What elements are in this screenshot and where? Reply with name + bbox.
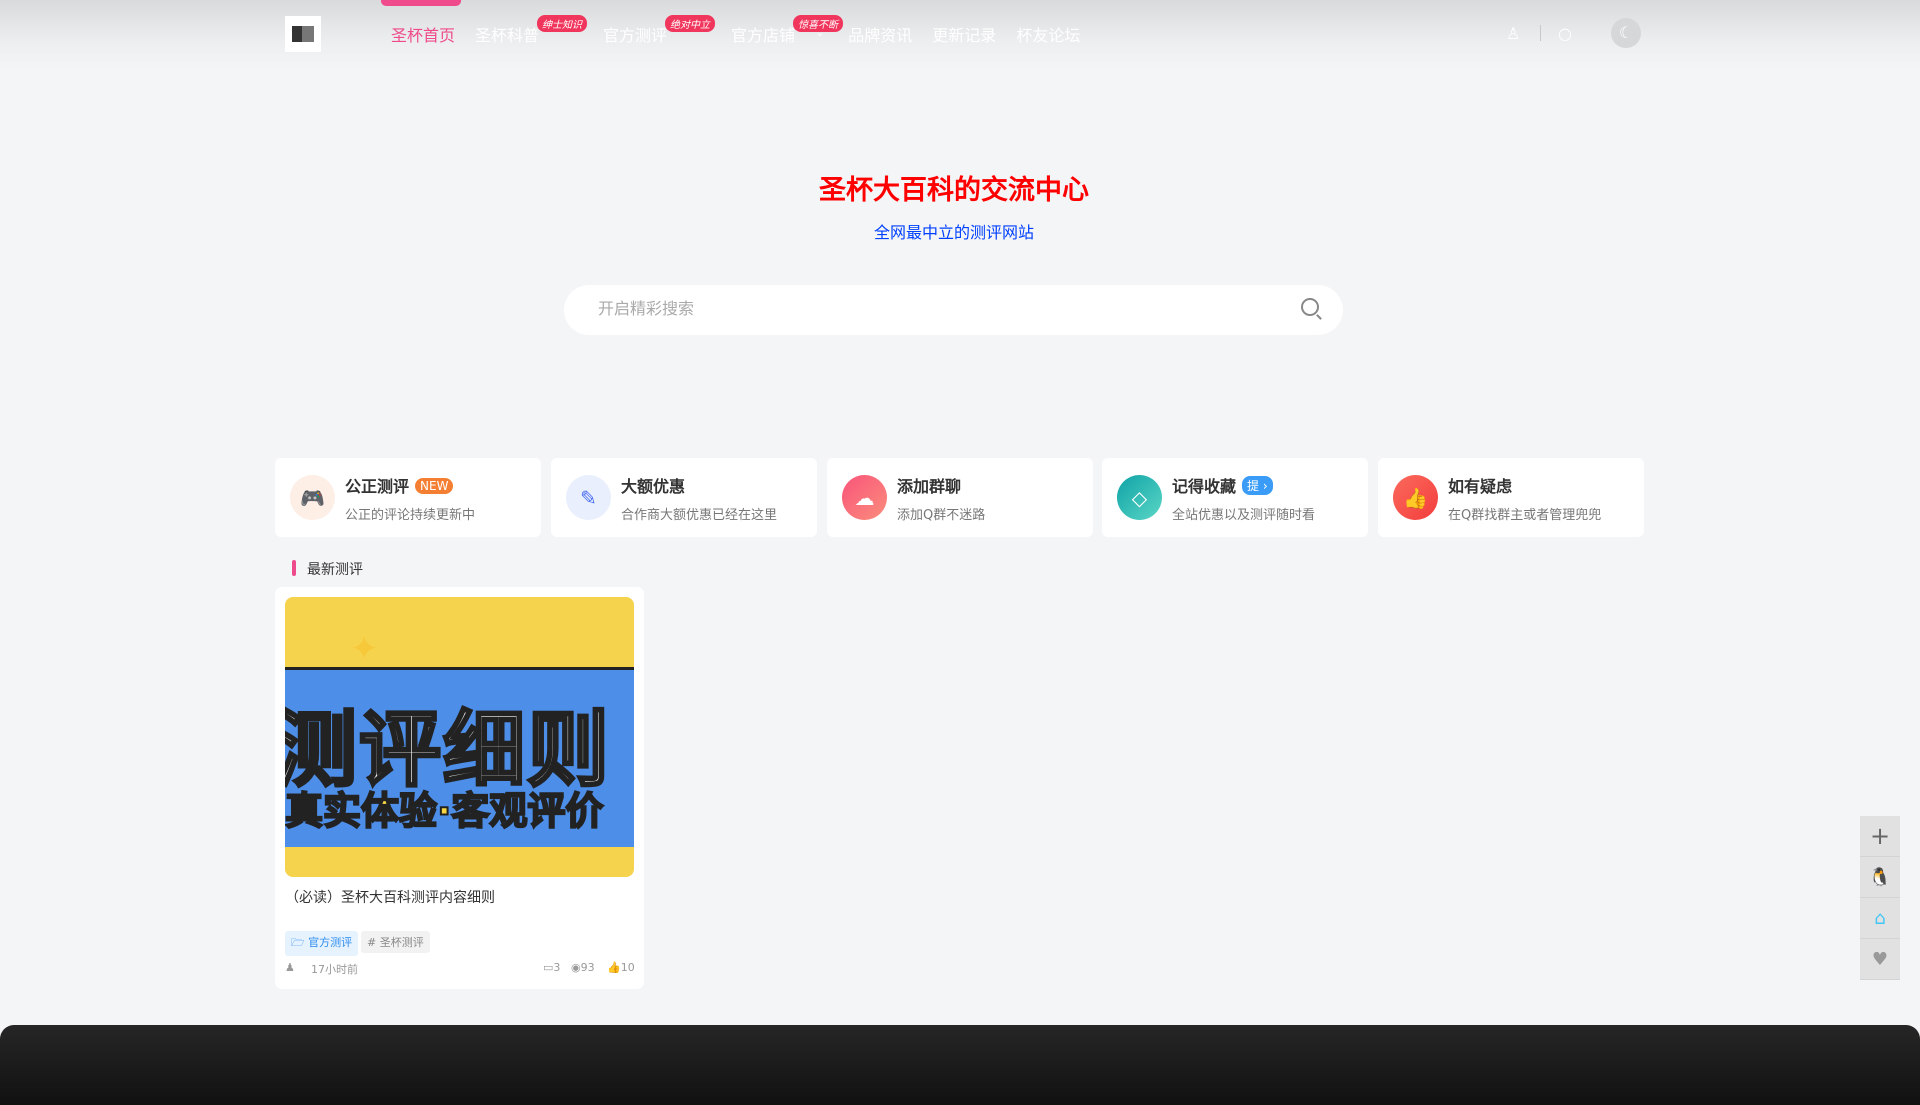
logo-image: [292, 26, 314, 42]
cloud-download-icon: ☁: [842, 475, 887, 520]
comment-icon: ▭: [543, 961, 554, 974]
nav-home[interactable]: 圣杯首页: [391, 22, 455, 46]
feature-card-bookmark[interactable]: ◇ 记得收藏提 › 全站优惠以及测评随时看: [1102, 458, 1368, 537]
search-icon[interactable]: ○: [1558, 24, 1572, 43]
moon-icon[interactable]: ☾: [1611, 18, 1641, 48]
eye-icon: ◉: [571, 961, 581, 974]
nav-badge: 绅士知识: [537, 15, 588, 32]
search-box: [564, 285, 1343, 335]
feature-desc: 合作商大额优惠已经在这里: [621, 508, 778, 523]
feature-title: 添加群聊: [897, 477, 962, 496]
gamepad-icon: 🎮: [290, 475, 335, 520]
tip-badge: 提 ›: [1242, 476, 1273, 495]
like-value: 10: [620, 961, 635, 974]
category-tag[interactable]: 🗁 官方测评: [285, 931, 359, 956]
nav-label: 官方店铺: [731, 26, 796, 45]
nav-label: 更新记录: [932, 26, 997, 45]
edit-icon: ✎: [566, 475, 611, 520]
view-count: ◉93: [571, 961, 595, 974]
nav-shop[interactable]: 官方店铺 惊喜不断: [731, 15, 844, 46]
category-label: 官方测评: [308, 936, 353, 949]
feature-title: 记得收藏: [1172, 477, 1237, 496]
main-nav: 圣杯首页 圣杯科普 绅士知识 官方测评 绝对中立 官方店铺 惊喜不断 ⌄ 品牌资讯 更…: [391, 15, 1100, 46]
nav-forum[interactable]: 杯友论坛: [1016, 22, 1080, 46]
active-nav-indicator: [381, 0, 461, 6]
divider: [1540, 25, 1541, 41]
floating-toolbar: + 🐧 ⌂ ♥: [1860, 816, 1900, 980]
post-tag[interactable]: # 圣杯测评: [361, 931, 430, 953]
feature-card-questions[interactable]: 👍 如有疑虑 在Q群找群主或者管理兜兜: [1378, 458, 1644, 537]
user-icon[interactable]: ♙: [1506, 24, 1520, 43]
view-value: 93: [580, 961, 595, 974]
home-icon[interactable]: ⌂: [1860, 898, 1900, 939]
feature-desc: 公正的评论持续更新中: [345, 508, 476, 523]
header: 圣杯首页 圣杯科普 绅士知识 官方测评 绝对中立 官方店铺 惊喜不断 ⌄ 品牌资讯 更…: [0, 0, 1920, 70]
post-card[interactable]: ✦ 测评细则 真实体验·客观评价 （必读）圣杯大百科测评内容细则 🗁 官方测评 …: [275, 587, 644, 989]
nav-label: 圣杯首页: [391, 26, 456, 45]
feature-title: 公正测评: [345, 477, 410, 496]
section-title: 最新测评: [292, 559, 363, 579]
feature-desc: 在Q群找群主或者管理兜兜: [1448, 508, 1602, 523]
feature-card-discount[interactable]: ✎ 大额优惠 合作商大额优惠已经在这里: [551, 458, 817, 537]
nav-badge: 惊喜不断: [793, 15, 844, 32]
folder-icon: 🗁: [291, 936, 309, 949]
comment-count: ▭3: [543, 961, 560, 974]
thumb-subheading: 真实体验·客观评价: [285, 788, 604, 834]
nav-brand-news[interactable]: 品牌资讯: [848, 22, 912, 46]
author-avatar[interactable]: ♟: [285, 961, 295, 974]
thumbs-up-icon: 👍: [607, 961, 621, 974]
feature-title: 大额优惠: [621, 477, 686, 496]
post-thumbnail[interactable]: ✦ 测评细则 真实体验·客观评价: [285, 597, 634, 877]
nav-changelog[interactable]: 更新记录: [932, 22, 996, 46]
nav-science[interactable]: 圣杯科普 绅士知识: [475, 15, 588, 46]
comment-value: 3: [553, 961, 561, 974]
feature-title: 如有疑虑: [1448, 477, 1513, 496]
thumbs-up-icon: 👍: [1393, 475, 1438, 520]
nav-label: 圣杯科普: [475, 26, 540, 45]
nav-badge: 绝对中立: [665, 15, 716, 32]
search-icon[interactable]: [1301, 298, 1319, 316]
plus-icon[interactable]: +: [1860, 816, 1900, 857]
nav-reviews[interactable]: 官方测评 绝对中立: [603, 15, 716, 46]
hero-title: 圣杯大百科的交流中心: [819, 175, 1089, 206]
feature-card-fair-review[interactable]: 🎮 公正测评 NEW 公正的评论持续更新中: [275, 458, 541, 537]
search-input[interactable]: [598, 299, 1248, 318]
post-time: 17小时前: [311, 963, 358, 976]
hero-subtitle[interactable]: 全网最中立的测评网站: [0, 219, 1908, 243]
site-logo[interactable]: [285, 16, 321, 52]
heart-icon[interactable]: ♥: [1860, 939, 1900, 980]
star-icon: ✦: [350, 629, 379, 669]
diamond-icon: ◇: [1117, 475, 1162, 520]
feature-card-join-group[interactable]: ☁ 添加群聊 添加Q群不迷路: [827, 458, 1093, 537]
feature-desc: 全站优惠以及测评随时看: [1172, 508, 1316, 523]
post-title[interactable]: （必读）圣杯大百科测评内容细则: [285, 887, 495, 907]
qq-icon[interactable]: 🐧: [1860, 857, 1900, 898]
like-count[interactable]: 👍10: [607, 961, 635, 974]
nav-label: 杯友论坛: [1016, 26, 1081, 45]
new-badge: NEW: [415, 478, 454, 494]
thumb-strip: [285, 847, 634, 852]
footer-banner: [0, 1025, 1920, 1105]
nav-label: 品牌资讯: [848, 26, 913, 45]
nav-label: 官方测评: [603, 26, 668, 45]
feature-desc: 添加Q群不迷路: [897, 508, 986, 523]
